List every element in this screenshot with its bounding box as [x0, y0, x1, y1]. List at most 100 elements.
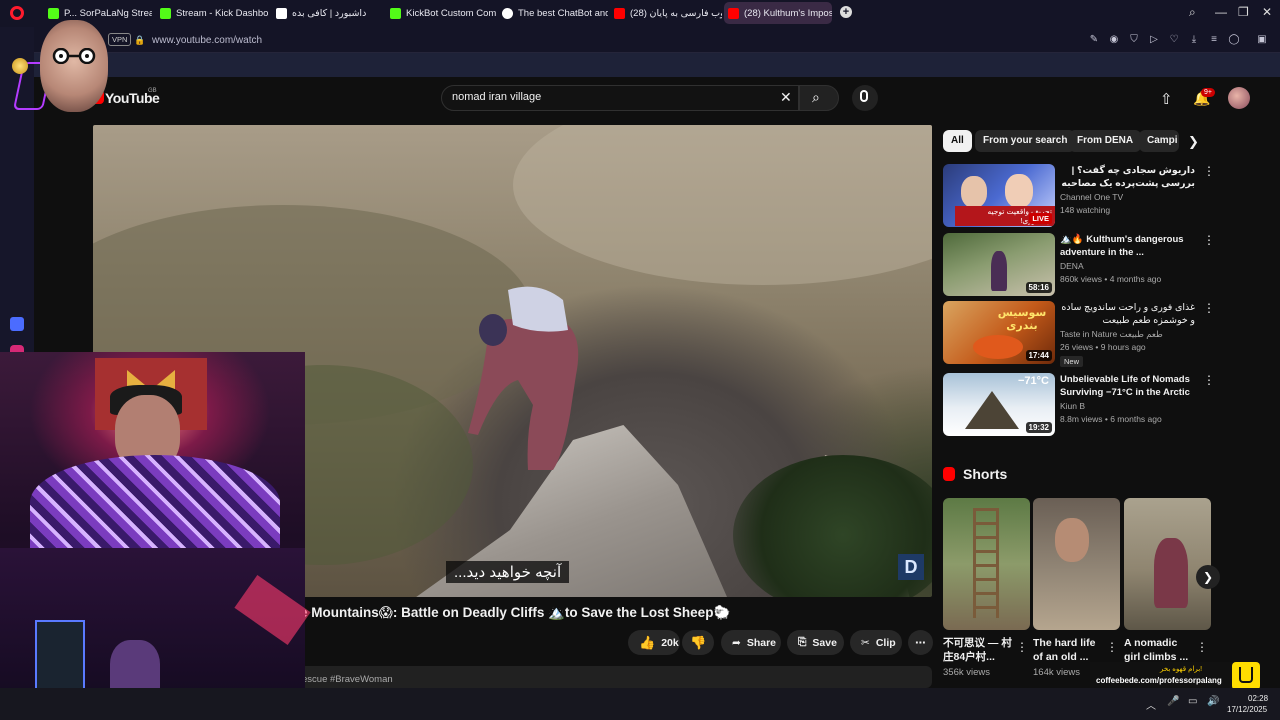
tab-chatbot-widgets[interactable]: The best ChatBot and Widgets — [498, 2, 608, 24]
shorts-heading: Shorts — [963, 466, 1008, 482]
taskbar-time[interactable]: 02:28 — [1248, 694, 1268, 703]
short-thumbnail[interactable] — [1033, 498, 1120, 630]
kick-icon — [48, 7, 59, 19]
taskbar-date[interactable]: 17/12/2025 — [1227, 705, 1267, 714]
recommendation-title[interactable]: داریوش سجادی چه گفت؟ | بررسی پشت‌پرده یک… — [1060, 164, 1195, 192]
video-thumbnail[interactable]: 58:16 — [943, 233, 1055, 296]
thumbnail-caption: −71°C — [1017, 375, 1049, 387]
dislike-button[interactable]: 👎 — [682, 630, 714, 655]
thumbs-up-icon: 👍 — [639, 634, 656, 650]
video-title: e Mountains😱: Battle on Deadly Cliffs 🏔️… — [300, 605, 731, 620]
opera-logo-icon[interactable] — [10, 6, 24, 20]
tab-youtube-persian[interactable]: (28) آیا یوتیوب فارسی به پایان — [610, 2, 722, 24]
thumbnail-face — [1005, 174, 1033, 208]
more-vertical-icon[interactable]: ⋮ — [1203, 373, 1215, 387]
volume-tray-icon[interactable]: 🔊 — [1207, 696, 1219, 707]
download-icon[interactable]: ⤓ — [1188, 34, 1200, 46]
more-vertical-icon[interactable]: ⋮ — [1203, 233, 1215, 247]
recommendation-item[interactable]: 58:16 🏔️🔥 Kulthum's dangerous adventure … — [943, 233, 1223, 297]
shield-icon[interactable]: ⛉ — [1128, 34, 1140, 46]
close-window-button[interactable]: ✕ — [1262, 5, 1272, 19]
voice-search-button[interactable] — [852, 85, 878, 111]
tab-coffeebede-dashboard[interactable]: داشبورد | کافی بده — [272, 2, 382, 24]
heart-icon[interactable]: ♡ — [1168, 34, 1180, 46]
kick-icon — [390, 7, 401, 19]
channel-name[interactable]: Taste in Nature طعم طبیعت — [1060, 329, 1163, 340]
like-button[interactable]: 👍 20k — [628, 630, 680, 655]
menu-icon[interactable]: ≡ — [1208, 34, 1220, 46]
coffeebede-icon — [276, 7, 287, 19]
new-tab-button[interactable]: + — [840, 6, 852, 18]
shorts-next-button[interactable]: ❯ — [1196, 565, 1220, 589]
recommendation-item[interactable]: −71°C 19:32 Unbelievable Life of Nomads … — [943, 373, 1223, 437]
short-title[interactable]: The hard life of an old ... — [1033, 636, 1103, 664]
description-box[interactable] — [300, 666, 932, 688]
save-button[interactable]: ⎘ Save — [787, 630, 844, 655]
video-thumbnail[interactable]: سوسیس بندری 17:44 — [943, 301, 1055, 364]
channel-name[interactable]: Kiun B — [1060, 401, 1085, 411]
recommendation-title[interactable]: غذای فوری و راحت ساندویچ ساده و خوشمزه ط… — [1060, 301, 1195, 327]
chip-all[interactable]: All — [943, 130, 972, 152]
search-button[interactable]: ⌕ — [799, 85, 839, 111]
video-thumbnail[interactable]: −71°C 19:32 — [943, 373, 1055, 436]
lock-icon: 🔒 — [134, 35, 146, 45]
recommendation-title[interactable]: 🏔️🔥 Kulthum's dangerous adventure in the… — [1060, 233, 1195, 259]
kick-icon — [160, 7, 171, 19]
youtube-country-code: GB — [148, 88, 157, 94]
thumbs-down-icon: 👎 — [690, 634, 707, 650]
more-vertical-icon[interactable]: ⋮ — [1016, 640, 1028, 654]
clip-button[interactable]: ✂ Clip — [850, 630, 902, 655]
more-vertical-icon[interactable]: ⋮ — [1106, 640, 1118, 654]
flow-icon[interactable]: ▷ — [1148, 34, 1160, 46]
more-vertical-icon[interactable]: ⋮ — [1203, 301, 1215, 315]
video-meta: 860k views • 4 months ago — [1060, 274, 1162, 284]
more-vertical-icon[interactable]: ⋮ — [1196, 640, 1208, 654]
chevron-up-icon[interactable]: ︿ — [1146, 697, 1156, 712]
tab-stream[interactable]: P... SorPaLaNg Stream — [44, 2, 152, 24]
video-thumbnail[interactable]: تحریف واقعیت توجیه دیکتاتوری! LIVE — [943, 164, 1055, 227]
microphone-tray-icon[interactable]: 🎤 — [1167, 696, 1179, 707]
tab-search-icon[interactable]: ⌕ — [1189, 5, 1196, 20]
minimize-button[interactable]: — — [1215, 5, 1227, 19]
chip-from-your-search[interactable]: From your search — [975, 130, 1076, 152]
search-input[interactable]: nomad iran village — [452, 91, 541, 103]
clear-search-icon[interactable]: ✕ — [780, 89, 792, 106]
edit-icon[interactable]: ✎ — [1088, 34, 1100, 46]
short-views: 356k views — [943, 667, 990, 678]
tab-kick-dashboard[interactable]: Stream - Kick Dashboard — [156, 2, 268, 24]
tab-kickbot-commands[interactable]: KickBot Custom Commands — [386, 2, 496, 24]
like-count: 20k — [661, 636, 679, 649]
create-upload-icon[interactable]: ⇧ — [1160, 90, 1173, 108]
chevron-right-icon[interactable]: ❯ — [1188, 134, 1199, 150]
more-actions-button[interactable]: ⋯ — [908, 630, 933, 655]
profile-icon[interactable]: ◯ — [1228, 34, 1240, 46]
short-thumbnail[interactable] — [943, 498, 1030, 630]
account-avatar[interactable] — [1228, 87, 1250, 109]
share-button[interactable]: ➦ Share — [721, 630, 781, 655]
chip-from-dena[interactable]: From DENA — [1069, 130, 1142, 152]
coffee-cup-icon — [1232, 662, 1260, 690]
recommendation-item[interactable]: سوسیس بندری 17:44 غذای فوری و راحت ساندو… — [943, 301, 1223, 367]
thumbnail-face — [961, 176, 987, 208]
camera-icon[interactable]: ◉ — [1108, 34, 1120, 46]
recommendation-title[interactable]: Unbelievable Life of Nomads Surviving −7… — [1060, 373, 1195, 401]
channel-name[interactable]: Channel One TV — [1060, 192, 1123, 202]
network-tray-icon[interactable]: ▭ — [1188, 696, 1197, 707]
video-meta: 148 watching — [1060, 205, 1111, 215]
thumbnail-tent — [965, 391, 1019, 429]
channel-name[interactable]: DENA — [1060, 261, 1084, 271]
more-vertical-icon[interactable]: ⋮ — [1203, 164, 1215, 178]
maximize-button[interactable]: ❐ — [1238, 5, 1249, 19]
short-title[interactable]: A nomadic girl climbs ... — [1124, 636, 1194, 664]
aria-icon[interactable] — [10, 317, 24, 331]
recommendation-item[interactable]: تحریف واقعیت توجیه دیکتاتوری! LIVE داریو… — [943, 164, 1223, 228]
tab-kulthum-video[interactable]: (28) Kulthum's Impossible — [724, 2, 832, 24]
chip-camping[interactable]: Campi — [1139, 130, 1179, 152]
short-thumbnail[interactable] — [1124, 498, 1211, 630]
extensions-icon[interactable]: ▣ — [1256, 34, 1268, 46]
channel-watermark[interactable]: D — [898, 554, 924, 580]
short-title[interactable]: 不可思议 — 村庄84户村... — [943, 636, 1013, 664]
vpn-badge[interactable]: VPN — [108, 33, 132, 46]
more-horizontal-icon: ⋯ — [915, 636, 926, 649]
url-field[interactable]: www.youtube.com/watch — [152, 35, 262, 46]
